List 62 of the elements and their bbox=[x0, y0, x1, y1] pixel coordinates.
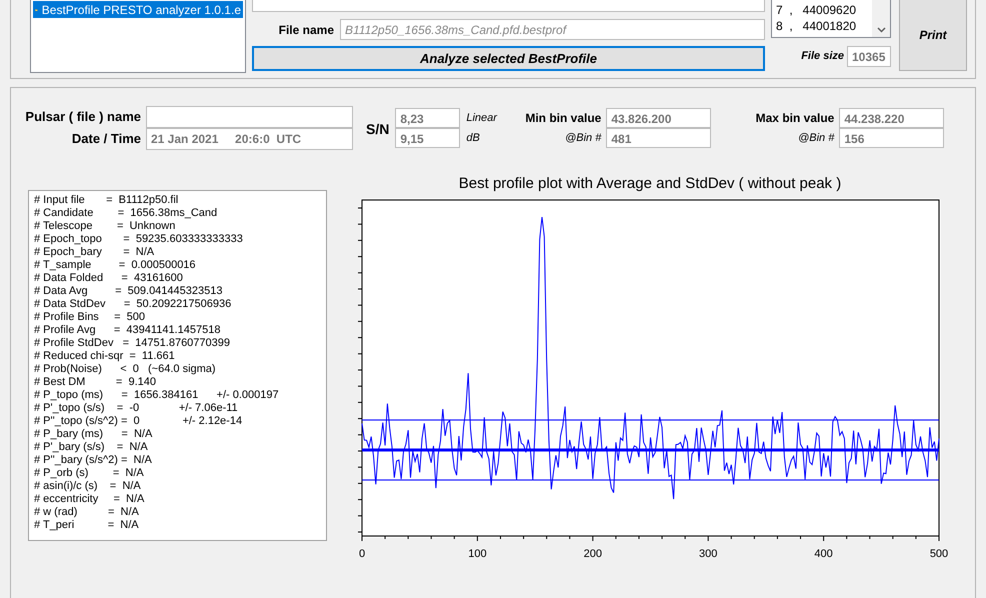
max-bin-bin-field: 156 bbox=[839, 128, 944, 148]
header-line: # P_topo (ms) = 1656.384161 +/- 0.000197 bbox=[34, 389, 280, 402]
file-name-label: File name bbox=[278, 22, 334, 38]
header-line: # Epoch_topo = 59235.603333333333 bbox=[34, 233, 244, 246]
header-line: # Prob(Noise) < 0 (~64.0 sigma) bbox=[34, 363, 217, 376]
header-line: # Profile Avg = 43941141.1457518 bbox=[34, 324, 222, 337]
sn-label: S/N bbox=[366, 120, 390, 139]
header-line: # P_orb (s) = N/A bbox=[34, 467, 145, 480]
date-time-field[interactable]: 21 Jan 2021 20:6:0 UTC bbox=[146, 128, 353, 150]
text-area[interactable] bbox=[252, 0, 765, 12]
linear-unit-label: Linear bbox=[466, 110, 498, 126]
header-line: # eccentricity = N/A bbox=[34, 493, 146, 506]
min-bin-bin-field: 481 bbox=[606, 128, 712, 148]
header-line: # Telescope = Unknown bbox=[34, 220, 176, 233]
min-bin-value-field: 43.826.200 bbox=[606, 108, 712, 128]
file-size-field: 10365 bbox=[847, 46, 891, 67]
list-item[interactable]: 7 , 44009620 bbox=[776, 2, 868, 18]
header-line: # Candidate = 1656.38ms_Cand bbox=[34, 207, 218, 220]
header-line: # P_bary (ms) = N/A bbox=[34, 428, 154, 441]
header-line: # Best DM = 9.140 bbox=[34, 376, 157, 389]
max-bin-value-label: Max bin value bbox=[754, 110, 836, 127]
x-tick-label: 200 bbox=[584, 548, 602, 560]
file-size-label: File size bbox=[801, 49, 844, 64]
pulsar-name-label: Pulsar ( file ) name bbox=[24, 108, 142, 126]
sn-db-field: 9,15 bbox=[395, 128, 460, 148]
x-tick-label: 500 bbox=[930, 548, 948, 560]
header-line: # Epoch_bary = N/A bbox=[34, 246, 156, 259]
x-tick-label: 400 bbox=[814, 548, 833, 560]
header-line: # Profile Bins = 500 bbox=[34, 311, 146, 324]
header-line: # P'_bary (s/s) = N/A bbox=[34, 441, 149, 454]
scroll-down-icon[interactable] bbox=[876, 27, 886, 33]
header-line: # T_peri = N/A bbox=[34, 519, 140, 532]
header-line: # T_sample = 0.000500016 bbox=[34, 259, 197, 272]
chart-title: Best profile plot with Average and StdDev ( without peak ) bbox=[458, 174, 842, 194]
header-line: # Data Folded = 43161600 bbox=[34, 272, 184, 285]
x-tick-label: 0 bbox=[358, 548, 366, 560]
values-list[interactable]: 7 , 44009620 8 , 44001820 bbox=[771, 0, 891, 38]
file-name-field[interactable]: B1112p50_1656.38ms_Cand.pfd.bestprof bbox=[340, 19, 765, 40]
print-button[interactable]: Print bbox=[899, 0, 967, 71]
header-line: # P'_topo (s/s) = -0 +/- 7.06e-11 bbox=[34, 402, 239, 415]
db-unit-label: dB bbox=[466, 130, 481, 146]
header-line: # asin(i)/c (s) = N/A bbox=[34, 480, 142, 493]
tree-item[interactable]: BestProfile PRESTO analyzer 1.0.1.e bbox=[33, 1, 243, 18]
x-tick-label: 100 bbox=[468, 548, 487, 560]
list-item[interactable]: 8 , 44001820 bbox=[776, 18, 868, 34]
header-line: # Data StdDev = 50.2092217506936 bbox=[34, 298, 232, 311]
header-line: # Data Avg = 509.041445323513 bbox=[34, 285, 224, 298]
header-line: # w (rad) = N/A bbox=[34, 506, 140, 519]
header-line: # P''_topo (s/s^2) = 0 +/- 2.12e-14 bbox=[34, 415, 244, 428]
min-bin-value-label: Min bin value bbox=[524, 110, 602, 127]
header-line: # Reduced chi-sqr = 11.661 bbox=[34, 350, 176, 363]
sn-linear-field: 8,23 bbox=[395, 108, 460, 128]
header-line: # P''_bary (s/s^2) = N/A bbox=[34, 454, 153, 467]
analyze-button[interactable]: Analyze selected BestProfile bbox=[252, 46, 765, 71]
min-bin-bin-label: @Bin # bbox=[564, 130, 602, 146]
x-tick-label: 300 bbox=[699, 548, 718, 560]
date-time-label: Date / Time bbox=[70, 130, 142, 148]
header-line: # Input file = B1112p50.fil bbox=[34, 194, 180, 207]
header-line: # Profile StdDev = 14751.8760770399 bbox=[34, 337, 232, 350]
max-bin-value-field: 44.238.220 bbox=[839, 108, 944, 128]
pulsar-name-field[interactable] bbox=[146, 106, 353, 128]
max-bin-bin-label: @Bin # bbox=[797, 130, 836, 146]
